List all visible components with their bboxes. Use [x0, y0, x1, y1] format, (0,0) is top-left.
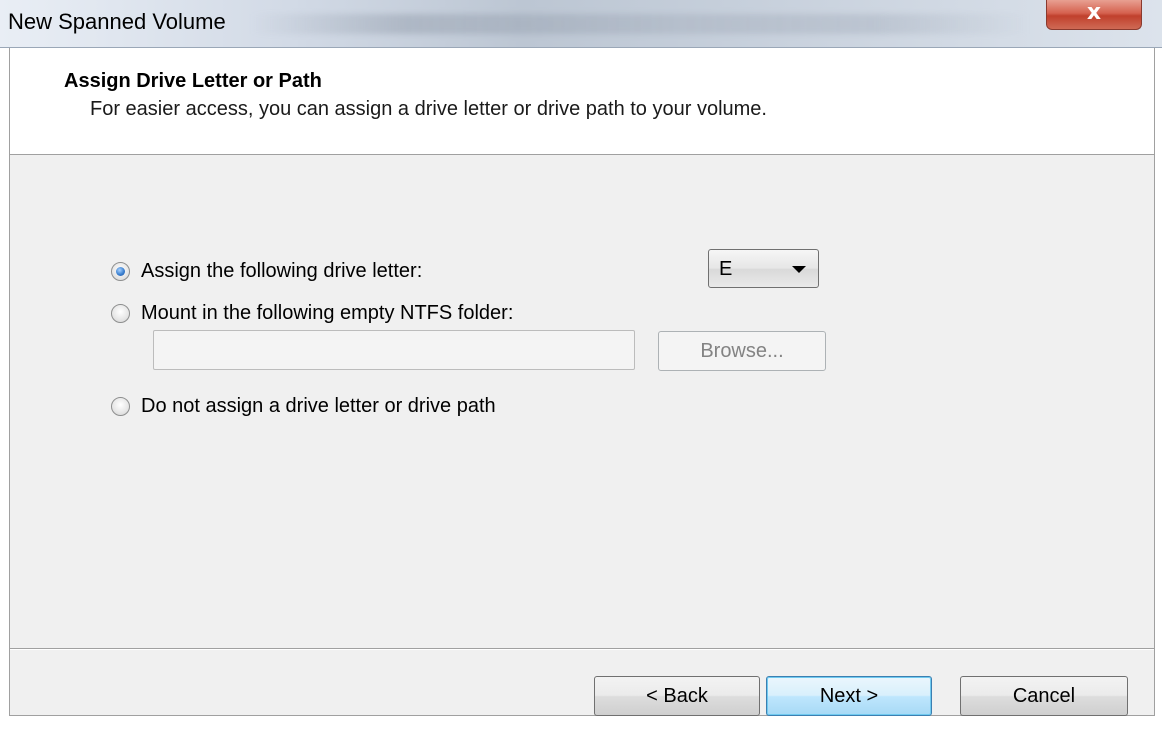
title-bar: New Spanned Volume x [0, 0, 1162, 48]
bottom-margin [0, 716, 1162, 739]
mount-folder-radio[interactable] [111, 304, 130, 323]
page-subtitle: For easier access, you can assign a driv… [90, 98, 767, 120]
no-assign-label: Do not assign a drive letter or drive pa… [141, 395, 496, 417]
assign-letter-option[interactable]: Assign the following drive letter: [111, 260, 422, 283]
assign-letter-label: Assign the following drive letter: [141, 260, 423, 282]
footer-divider [10, 648, 1154, 649]
back-button[interactable]: < Back [594, 676, 760, 716]
wizard-dialog: Assign Drive Letter or Path For easier a… [9, 48, 1155, 716]
drive-letter-dropdown[interactable]: E [708, 249, 819, 288]
chevron-down-icon [792, 266, 806, 273]
next-button[interactable]: Next > [766, 676, 932, 716]
folder-path-input[interactable] [153, 330, 635, 370]
close-button[interactable]: x [1046, 0, 1142, 30]
assign-letter-radio[interactable] [111, 262, 130, 281]
mount-folder-label: Mount in the following empty NTFS folder… [141, 302, 514, 324]
no-assign-option[interactable]: Do not assign a drive letter or drive pa… [111, 395, 496, 418]
page-title: Assign Drive Letter or Path [64, 70, 322, 92]
close-icon: x [1086, 0, 1102, 25]
wizard-header: Assign Drive Letter or Path For easier a… [10, 48, 1154, 155]
no-assign-radio[interactable] [111, 397, 130, 416]
window-title: New Spanned Volume [8, 9, 226, 34]
background-window-blur [250, 14, 1030, 34]
browse-button[interactable]: Browse... [658, 331, 826, 371]
drive-letter-value: E [719, 258, 733, 280]
mount-folder-option[interactable]: Mount in the following empty NTFS folder… [111, 302, 513, 325]
cancel-button[interactable]: Cancel [960, 676, 1128, 716]
